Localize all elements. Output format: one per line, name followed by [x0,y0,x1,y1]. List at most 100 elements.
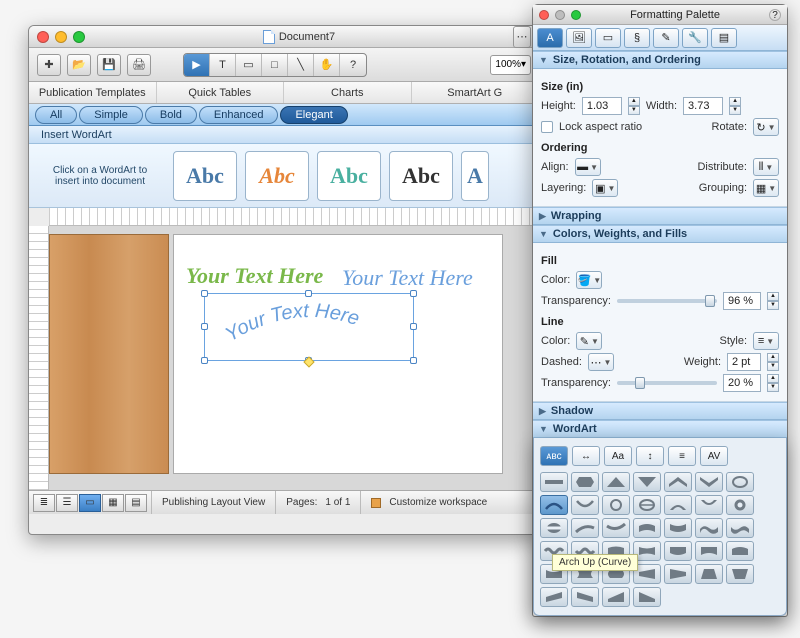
view-draft[interactable]: ≣ [33,494,55,512]
tab-smartart[interactable]: SmartArt G [412,82,540,103]
view-notebook[interactable]: ▤ [125,494,147,512]
shape-arch-up-curve[interactable] [540,495,568,515]
print-button[interactable]: 🖨 [127,54,151,76]
section-size-header[interactable]: ▼Size, Rotation, and Ordering [533,51,787,69]
shape-arch-up-pour[interactable] [664,495,692,515]
minimize-icon[interactable] [55,31,67,43]
fill-color-button[interactable]: 🪣▼ [576,271,602,289]
shape-plain[interactable] [540,472,568,492]
grouping-button[interactable]: ▦▼ [753,179,779,197]
section-colors-header[interactable]: ▼Colors, Weights, and Fills [533,225,787,243]
customize-workspace-label[interactable]: Customize workspace [389,497,487,508]
align-button[interactable]: ≡ [668,446,696,466]
shape-cascade-down[interactable] [633,587,661,607]
shape-deflate-bottom[interactable] [695,541,723,561]
shape-chevron-down[interactable] [695,472,723,492]
line-transparency-slider[interactable] [617,381,717,385]
wordart-object-1[interactable]: Your Text Here [186,263,323,289]
shape-deflate[interactable] [633,541,661,561]
shape-circle-curve[interactable] [602,495,630,515]
shape-fade-left[interactable] [664,564,692,584]
dashed-button[interactable]: ⋯▼ [588,353,614,371]
document-scroll[interactable]: Your Text Here Your Text Here Your Text … [49,226,539,490]
weight-stepper[interactable]: ▲▼ [767,353,779,371]
shape-wave1[interactable] [695,518,723,538]
tab-quick-tables[interactable]: Quick Tables [157,82,285,103]
palette-minimize-icon[interactable] [555,10,565,20]
text-tool[interactable]: T [210,54,236,76]
line-transparency-field[interactable]: 20 % [723,374,761,392]
shape-curve-down[interactable] [602,518,630,538]
wordart-style-2[interactable]: Abc [245,151,309,201]
shape-fade-right[interactable] [633,564,661,584]
resize-handle[interactable] [305,290,312,297]
shape-double-wave2[interactable] [571,541,599,561]
distribute-button[interactable]: ⫴▼ [753,158,779,176]
same-height-button[interactable]: Aa [604,446,632,466]
vertical-ruler[interactable] [29,226,49,490]
horizontal-ruler[interactable] [49,208,539,226]
selection-box[interactable]: Your Text Here [204,293,414,361]
view-print[interactable]: ▦ [102,494,124,512]
shape-curve-up[interactable] [571,518,599,538]
wordart-style-1[interactable]: Abc [173,151,237,201]
tab-publication-templates[interactable]: Publication Templates [29,82,157,103]
line-color-button[interactable]: ✎▼ [576,332,602,350]
palette-close-icon[interactable] [539,10,549,20]
shape-picker-button[interactable]: ᴀʙᴄ [540,446,568,466]
wordart-style-4[interactable]: Abc [389,151,453,201]
palette-tab-font[interactable]: A [537,28,563,48]
line-transparency-stepper[interactable]: ▲▼ [767,374,779,392]
zoom-icon[interactable] [73,31,85,43]
palette-tab-page[interactable]: ▭ [595,28,621,48]
shape-inflate-deflate[interactable] [602,564,630,584]
line-style-button[interactable]: ≡▼ [753,332,779,350]
filter-all[interactable]: All [35,106,77,124]
close-icon[interactable] [37,31,49,43]
resize-handle[interactable] [201,290,208,297]
align-button[interactable]: ▬▼ [575,158,601,176]
resize-handle[interactable] [410,290,417,297]
fill-transparency-field[interactable]: 96 % [723,292,761,310]
weight-field[interactable]: 2 pt [727,353,761,371]
palette-zoom-icon[interactable] [571,10,581,20]
resize-handle[interactable] [410,323,417,330]
shape-deflate-inflate[interactable] [571,564,599,584]
shape-arch-down-curve[interactable] [571,495,599,515]
lock-aspect-checkbox[interactable] [541,121,553,133]
shape-slant-up[interactable] [540,587,568,607]
zoom-field[interactable]: 100% ▾ [490,55,531,75]
shape-triangle-down[interactable] [633,472,661,492]
shape-fade-up[interactable] [695,564,723,584]
filter-elegant[interactable]: Elegant [280,106,347,124]
palette-tab-tools[interactable]: 🔧 [682,28,708,48]
shape-cascade-up[interactable] [602,587,630,607]
height-stepper[interactable]: ▲▼ [628,97,640,115]
filter-enhanced[interactable]: Enhanced [199,106,279,124]
shape-double-wave1[interactable] [540,541,568,561]
textbox-tool[interactable]: ▭ [236,54,262,76]
shape-inflate-bottom[interactable] [664,541,692,561]
section-wordart-header[interactable]: ▼WordArt [533,420,787,438]
rotate-button[interactable]: ↻▼ [753,118,779,136]
tab-charts[interactable]: Charts [284,82,412,103]
width-stepper[interactable]: ▲▼ [729,97,741,115]
view-publishing[interactable]: ▭ [79,494,101,512]
shape-arch-down-pour[interactable] [695,495,723,515]
rect-tool[interactable]: □ [262,54,288,76]
wordart-object-2[interactable]: Your Text Here [342,265,473,291]
palette-tab-object[interactable]: 🖼 [566,28,592,48]
fill-transparency-stepper[interactable]: ▲▼ [767,292,779,310]
line-tool[interactable]: ╲ [288,54,314,76]
shape-chevron-up[interactable] [664,472,692,492]
wordart-style-5[interactable]: A [461,151,489,201]
section-shadow-header[interactable]: ▶Shadow [533,402,787,420]
shape-can-up[interactable] [633,518,661,538]
height-field[interactable]: 1.03 [582,97,622,115]
width-field[interactable]: 3.73 [683,97,723,115]
shape-deflate-top[interactable] [540,564,568,584]
palette-help-icon[interactable]: ? [769,9,781,21]
shape-ring-inside[interactable] [726,472,754,492]
new-button[interactable]: ✚ [37,54,61,76]
shape-can-down[interactable] [664,518,692,538]
